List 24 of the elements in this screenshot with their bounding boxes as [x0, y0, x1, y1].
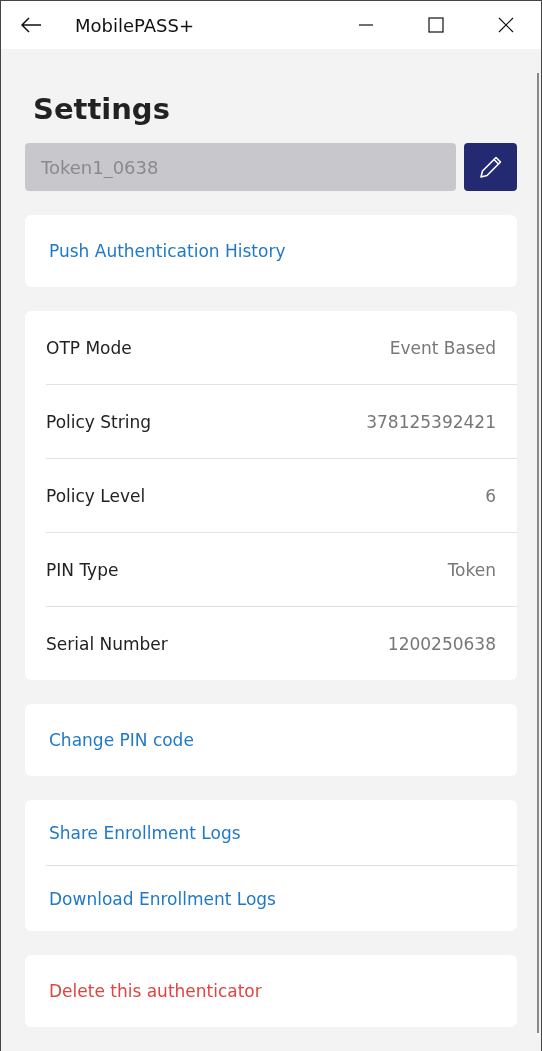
settings-link[interactable]: Download Enrollment Logs	[49, 888, 276, 909]
detail-label: Policy String	[46, 411, 152, 432]
minimize-icon	[358, 24, 374, 26]
scrollbar[interactable]	[537, 73, 539, 1033]
detail-label: PIN Type	[46, 559, 119, 580]
detail-label: Policy Level	[46, 485, 146, 506]
page-title: Settings	[33, 91, 171, 127]
close-icon	[498, 17, 514, 33]
maximize-icon	[428, 17, 444, 33]
window-title: MobilePASS+	[75, 14, 194, 36]
detail-label: OTP Mode	[46, 337, 132, 358]
detail-value: Token	[447, 559, 496, 580]
edit-button[interactable]	[464, 143, 517, 191]
detail-value: Event Based	[389, 337, 496, 358]
settings-link[interactable]: Change PIN code	[49, 730, 194, 750]
delete-link[interactable]: Delete this authenticator	[49, 981, 262, 1001]
back-arrow-icon	[20, 17, 42, 33]
detail-value: 378125392421	[366, 411, 496, 432]
detail-value: 6	[485, 485, 496, 506]
detail-value: 1200250638	[387, 633, 496, 654]
pencil-icon	[477, 154, 504, 180]
settings-link[interactable]: Push Authentication History	[49, 241, 286, 261]
detail-label: Serial Number	[46, 633, 168, 654]
settings-link[interactable]: Share Enrollment Logs	[49, 822, 241, 843]
